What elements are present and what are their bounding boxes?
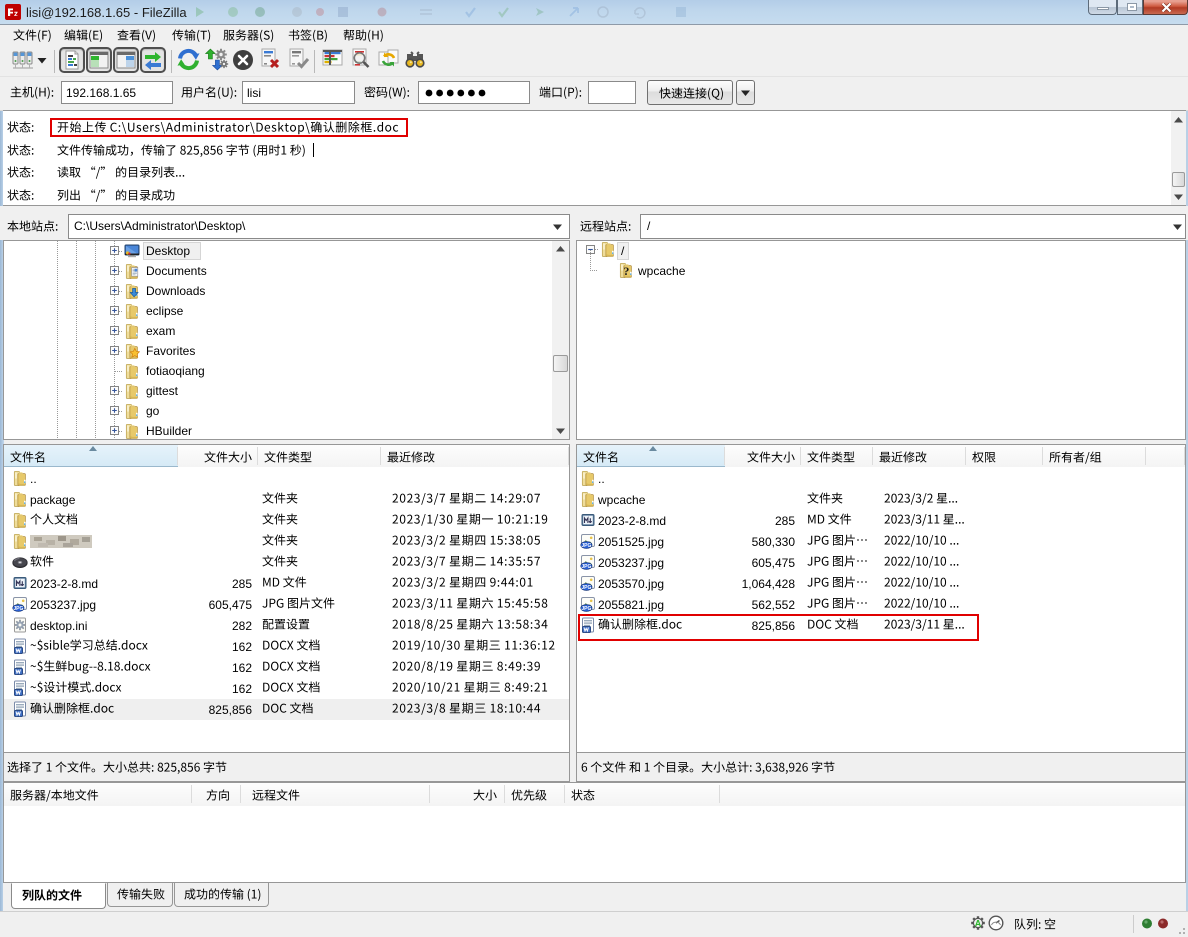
svg-text:A: A bbox=[975, 918, 982, 928]
